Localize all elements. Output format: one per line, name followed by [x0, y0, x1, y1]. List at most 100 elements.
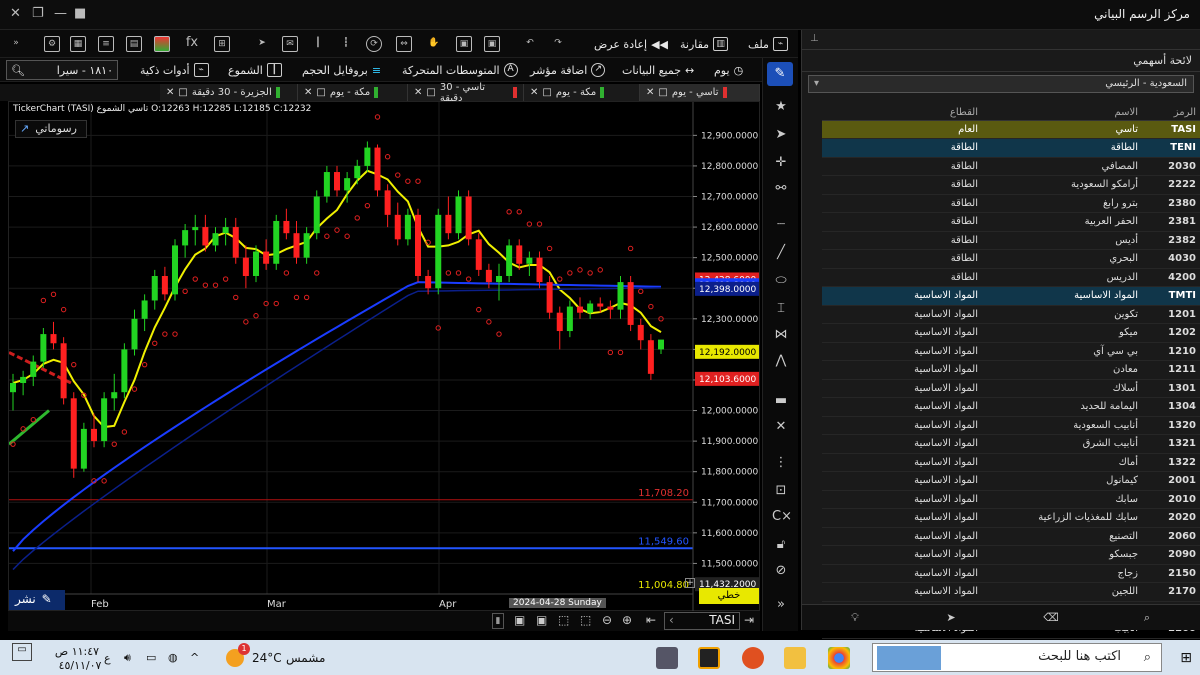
clear-drawings-icon[interactable]: C× [772, 508, 792, 526]
snapshot-icon[interactable]: ▣ [456, 36, 472, 52]
link-icon[interactable]: ⇔ [396, 36, 412, 52]
colors-icon[interactable] [154, 36, 170, 52]
weather-text[interactable]: مشمس [286, 651, 325, 665]
tab-makkah-day[interactable]: ✕ □ مكة - يوم [524, 84, 640, 101]
tab-maximize-icon[interactable]: □ [178, 87, 187, 98]
column-symbol[interactable]: الرمز [1142, 105, 1200, 121]
draw-select-icon[interactable]: ⬚ [558, 613, 569, 627]
tab-close-icon[interactable]: ✕ [530, 87, 538, 98]
settings-icon[interactable]: ⚙ [44, 36, 60, 52]
table-row[interactable]: المواد الاساسية جبسكو 2090 [822, 545, 1200, 565]
calendar-icon[interactable]: ▤ [126, 36, 142, 52]
table-row[interactable]: المواد الاساسية أنابيب السعودية 1320 [822, 416, 1200, 435]
replay-button[interactable]: إعادة عرض ◀◀ [594, 34, 668, 54]
weather-temp[interactable]: 24°C [252, 651, 282, 665]
period-button[interactable]: يوم ◷ [714, 60, 743, 80]
search-panel-icon[interactable]: ⌕ [1138, 609, 1156, 627]
firefox-icon[interactable] [742, 647, 764, 669]
table-row[interactable]: المواد الاساسية أماك 1322 [822, 453, 1200, 472]
chevron-up-icon[interactable]: ^ [190, 651, 199, 664]
table-row[interactable]: الطاقة الدريس 4200 [822, 268, 1200, 287]
hand-icon[interactable]: ✋ [426, 36, 442, 52]
pointer-tool-icon[interactable]: ➤ [942, 609, 960, 627]
table-row[interactable]: الطاقة البحري 4030 [822, 249, 1200, 269]
table-icon[interactable]: ▦ [70, 36, 86, 52]
camera-icon[interactable]: ■ [74, 6, 86, 21]
tab-maximize-icon[interactable]: □ [426, 87, 435, 98]
table-row[interactable]: المواد الاساسية اليمامة للحديد 1304 [822, 397, 1200, 417]
expand-icon[interactable]: » [8, 36, 24, 52]
tickerchart-app-icon[interactable] [698, 647, 720, 669]
table-row[interactable]: المواد الاساسية بي سي آي 1210 [822, 342, 1200, 361]
eraser-icon[interactable]: ⌫ [1042, 609, 1060, 627]
table-row[interactable]: الطاقة أرامكو السعودية 2222 [822, 175, 1200, 195]
cursor-icon[interactable]: ➤ [254, 36, 270, 52]
table-row[interactable]: المواد الاساسية اللجين 2170 [822, 582, 1200, 602]
publish-button[interactable]: نشر ✎ [9, 590, 65, 610]
symbol-selector[interactable]: ‹ TASI [664, 612, 740, 630]
table-row[interactable]: الطاقة أديس 2382 [822, 231, 1200, 250]
compare-button[interactable]: مقارنة ▥ [680, 34, 729, 54]
volume-profile-button[interactable]: بروفايل الحجم ≡ [302, 60, 381, 80]
refresh-icon[interactable]: ⟳ [366, 36, 382, 52]
layout-icon[interactable]: ⊞ [214, 36, 230, 52]
pin-icon[interactable]: ⊥ [810, 33, 819, 44]
table-row[interactable]: المواد الاساسية المواد الاساسية TMTI [822, 286, 1200, 306]
symbol-search-input[interactable]: 🔍︎ ١٨١٠ - سيرا [6, 60, 118, 80]
draw-adjust-icon[interactable]: ⬚ [580, 613, 591, 627]
back-icon[interactable]: ⇤ [646, 613, 656, 627]
tab-maximize-icon[interactable]: □ [316, 87, 325, 98]
table-row[interactable]: الطاقة المصافي 2030 [822, 157, 1200, 176]
fit-icon[interactable]: ▣ [514, 613, 525, 627]
pencil-tool-icon[interactable]: ✎ [767, 62, 793, 86]
tab-tasi-30min[interactable]: ✕ □ تاسي - 30 دقيقة [408, 82, 524, 104]
smart-tools-button[interactable]: أدوات ذكية ⌁ [140, 60, 209, 80]
zoom-in-icon[interactable]: ⊕ [622, 613, 632, 627]
minimize-window-icon[interactable]: — [54, 6, 67, 21]
calculator-icon[interactable] [656, 647, 678, 669]
file-button[interactable]: ملف ⌁ [748, 34, 788, 54]
volume-icon[interactable]: 🔊︎ [124, 651, 131, 665]
table-row[interactable]: المواد الاساسية أسلاك 1301 [822, 379, 1200, 398]
market-select[interactable]: ▾ السعودية - الرئيسي [808, 75, 1194, 93]
pointer-icon[interactable]: ➤ [772, 126, 790, 144]
table-row[interactable]: المواد الاساسية أنابيب الشرق 1321 [822, 434, 1200, 454]
tab-maximize-icon[interactable]: □ [658, 87, 667, 98]
scroll-handle[interactable]: ▮ [492, 613, 504, 629]
language-indicator[interactable]: ع [104, 652, 111, 665]
image-icon[interactable]: ▣ [484, 36, 500, 52]
function-icon[interactable]: fx [184, 36, 200, 52]
collapse-icon[interactable]: » [772, 596, 790, 614]
my-drawings-button[interactable]: ↗ رسوماتي [15, 120, 87, 138]
zoom-out-icon[interactable]: ⊖ [602, 613, 612, 627]
table-row[interactable]: المواد الاساسية زجاج 2150 [822, 564, 1200, 583]
add-icon[interactable]: + [685, 578, 695, 588]
clock-time[interactable]: ١١:٤٧ ص [52, 645, 102, 658]
column-name[interactable]: الاسم [982, 105, 1142, 121]
table-row[interactable]: المواد الاساسية معادن 1211 [822, 360, 1200, 380]
crosshair-icon[interactable]: ✛ [772, 154, 790, 172]
clock-date[interactable]: ٤٥/١١/٠٧ [50, 659, 110, 672]
ellipse-icon[interactable]: ⬭ [772, 272, 790, 290]
table-row[interactable]: المواد الاساسية سابك 2010 [822, 490, 1200, 509]
dotted-line-icon[interactable]: ⋮ [772, 454, 790, 472]
star-icon[interactable]: ★ [772, 98, 790, 116]
price-chart[interactable]: 11,708.20 11,549.60 11,004.80 12,900.0000 1… [8, 102, 761, 612]
lock-icon[interactable]: 🔓︎ [772, 536, 790, 554]
tab-makkah-day-2[interactable]: ✕ □ مكة - يوم [298, 84, 408, 101]
table-row[interactable]: الطاقة الطاقة TENI [822, 138, 1200, 158]
tab-maximize-icon[interactable]: □ [542, 87, 551, 98]
fib-icon[interactable]: ⋀ [772, 352, 790, 370]
close-window-icon[interactable]: ✕ [10, 6, 21, 21]
table-row[interactable]: الطاقة بترو رابغ 2380 [822, 194, 1200, 213]
notification-icon[interactable]: ▭ [12, 643, 32, 661]
column-sector[interactable]: القطاع [822, 105, 982, 121]
bulb-icon[interactable]: 💡︎ [846, 609, 864, 627]
candle-chart-icon[interactable]: ┃ [310, 36, 326, 52]
chart-area[interactable]: 11,708.20 11,549.60 11,004.80 12,900.0000 1… [8, 101, 761, 612]
line-chart-label[interactable]: خطي [699, 588, 759, 604]
redo-icon[interactable]: ↷ [550, 36, 566, 52]
undo-icon[interactable]: ↶ [522, 36, 538, 52]
add-indicator-button[interactable]: اضافة مؤشر ↗ [530, 60, 606, 80]
close-tool-icon[interactable]: ✕ [772, 418, 790, 436]
